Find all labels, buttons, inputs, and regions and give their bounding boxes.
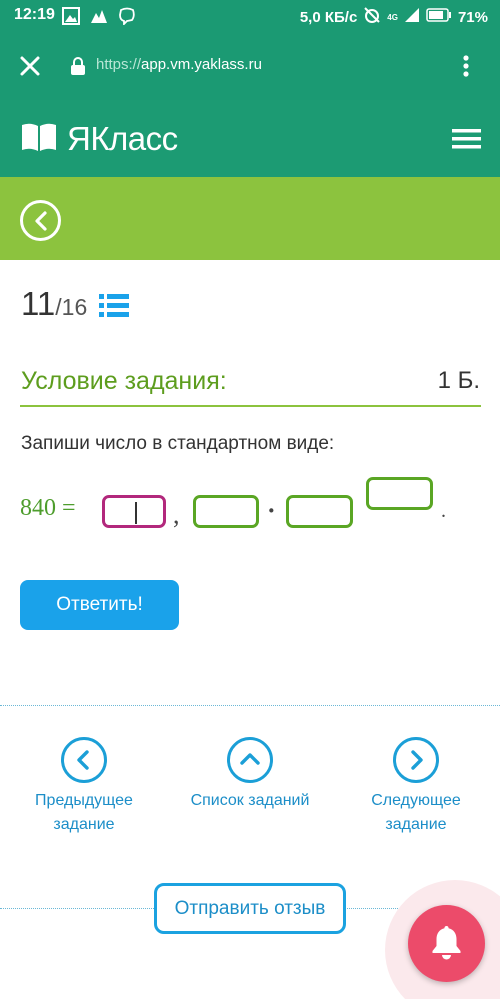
prev-task-label-2: задание (53, 816, 115, 833)
chevron-left-icon (77, 750, 89, 770)
chevron-right-icon (411, 750, 423, 770)
notifications-button[interactable] (408, 905, 485, 982)
task-total: /16 (55, 294, 88, 320)
answer-input-exponent[interactable] (366, 477, 433, 510)
multiply-dot: · (267, 496, 276, 525)
logo-text: ЯКласс (67, 120, 178, 157)
divider-dotted (0, 705, 500, 706)
hamburger-icon[interactable] (452, 129, 481, 154)
next-task-label-2: задание (385, 816, 447, 833)
chevron-up-icon (240, 753, 260, 765)
no-alarm-icon (363, 6, 381, 28)
task-list-button[interactable]: Список заданий (175, 737, 325, 813)
photo-icon (90, 7, 108, 25)
prev-task-label-1: Предыдущее (35, 792, 133, 809)
feedback-button[interactable]: Отправить отзыв (154, 883, 346, 934)
back-bar (0, 177, 500, 260)
next-task-label-1: Следующее (371, 792, 461, 809)
condition-title: Условие задания: (21, 367, 227, 395)
answer-input-mantissa-int[interactable] (102, 495, 166, 528)
task-current: 11 (21, 285, 56, 322)
url-bar[interactable]: https://app.vm.yaklass.ru (96, 56, 262, 73)
more-vert-icon[interactable] (462, 54, 470, 83)
answer-input-base[interactable] (286, 495, 353, 528)
viber-icon (118, 7, 136, 25)
back-button[interactable] (20, 200, 61, 241)
site-logo[interactable]: ЯКласс (21, 120, 178, 158)
period: . (441, 500, 446, 522)
close-icon[interactable] (18, 54, 42, 83)
answer-input-mantissa-frac[interactable] (193, 495, 259, 528)
signal-icon (404, 7, 420, 27)
status-bar: 12:19 5,0 КБ/с 4G 71% (0, 0, 500, 32)
battery-percent: 71% (457, 8, 488, 26)
bell-icon (432, 926, 461, 960)
status-time: 12:19 (14, 6, 55, 23)
equation-left: 840 = (20, 495, 76, 521)
answer-button[interactable]: Ответить! (20, 580, 179, 630)
next-task-button[interactable]: Следующее задание (350, 737, 482, 837)
image-icon (62, 7, 80, 25)
lock-icon (70, 56, 86, 81)
task-list-label: Список заданий (190, 792, 310, 809)
task-points: 1 Б. (437, 367, 480, 394)
net-speed: 5,0 КБ/с (299, 8, 358, 26)
divider (20, 405, 481, 407)
text-caret (135, 502, 137, 524)
network-type: 4G (387, 12, 398, 22)
task-list-icon[interactable] (99, 293, 130, 324)
comma: , (173, 500, 180, 529)
browser-bar: https://app.vm.yaklass.ru (0, 32, 500, 100)
chevron-left-icon (35, 211, 47, 231)
question-text: Запиши число в стандартном виде: (21, 433, 335, 454)
task-counter: 11 /16 (21, 285, 130, 324)
book-icon (21, 122, 57, 157)
battery-icon (426, 8, 452, 26)
prev-task-button[interactable]: Предыдущее задание (18, 737, 150, 837)
site-header: ЯКласс (0, 100, 500, 177)
